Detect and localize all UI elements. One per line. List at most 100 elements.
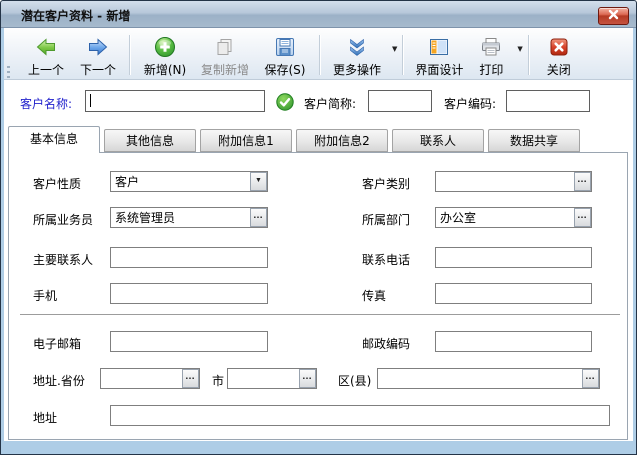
valid-check-icon	[276, 93, 294, 111]
tab-other-info[interactable]: 其他信息	[104, 129, 196, 152]
salesman-field: …	[110, 207, 268, 228]
department-label: 所属部门	[362, 211, 410, 228]
previous-label: 上一个	[28, 61, 64, 78]
arrow-right-icon	[86, 35, 110, 59]
save-floppy-icon	[273, 35, 297, 59]
zip-label: 邮政编码	[362, 335, 410, 352]
save-label: 保存(S)	[265, 61, 306, 78]
toolbar-separator	[528, 35, 530, 75]
window-title: 潜在客户资料 - 新增	[21, 7, 130, 24]
save-button[interactable]: 保存(S)	[256, 33, 314, 78]
ellipsis-icon: …	[577, 174, 588, 185]
salesman-input[interactable]	[110, 207, 268, 228]
ellipsis-icon: …	[585, 371, 596, 382]
ellipsis-icon: …	[577, 210, 588, 221]
ui-design-button[interactable]: 界面设计	[409, 33, 469, 78]
salesman-label: 所属业务员	[33, 211, 93, 228]
main-contact-label: 主要联系人	[33, 251, 93, 268]
main-contact-field	[110, 247, 268, 268]
close-button[interactable]: 关闭	[535, 33, 583, 78]
tab-extra-info-2[interactable]: 附加信息2	[296, 129, 388, 152]
more-actions-button[interactable]: 更多操作 ▼	[326, 33, 397, 78]
next-label: 下一个	[80, 61, 116, 78]
email-field	[110, 331, 268, 352]
copy-icon	[213, 35, 237, 59]
tab-contacts[interactable]: 联系人	[392, 129, 484, 152]
province-lookup-button[interactable]: …	[182, 369, 199, 388]
phone-input[interactable]	[435, 247, 592, 268]
ellipsis-icon: …	[302, 371, 313, 382]
add-plus-icon	[153, 35, 177, 59]
district-lookup-button[interactable]: …	[582, 369, 599, 388]
customer-code-input[interactable]	[506, 90, 590, 112]
department-input[interactable]	[435, 207, 592, 228]
tab-basic-info[interactable]: 基本信息	[8, 126, 100, 153]
email-label: 电子邮箱	[33, 335, 81, 352]
fax-input[interactable]	[435, 283, 592, 304]
customer-nature-combo: ▼	[110, 171, 268, 192]
department-field: …	[435, 207, 592, 228]
customer-category-label: 客户类别	[362, 175, 410, 192]
customer-nature-input[interactable]	[110, 171, 268, 192]
next-button[interactable]: 下一个	[72, 33, 124, 78]
main-contact-input[interactable]	[110, 247, 268, 268]
titlebar-close-button[interactable]	[598, 7, 629, 25]
toolbar-separator	[319, 35, 321, 75]
chevron-double-down-icon	[345, 35, 369, 59]
customer-category-lookup-button[interactable]: …	[574, 172, 591, 191]
close-red-icon	[547, 35, 571, 59]
fax-label: 传真	[362, 287, 386, 304]
print-label: 打印	[479, 61, 503, 78]
ellipsis-icon: …	[253, 210, 264, 221]
mobile-label: 手机	[33, 287, 57, 304]
email-input[interactable]	[110, 331, 268, 352]
address-input[interactable]	[110, 405, 610, 426]
dropdown-arrow-icon: ▼	[517, 45, 522, 53]
customer-short-label: 客户简称:	[304, 95, 356, 112]
city-lookup-button[interactable]: …	[299, 369, 316, 388]
customer-short-input[interactable]	[368, 90, 432, 112]
print-button[interactable]: 打印 ▼	[469, 33, 522, 78]
customer-code-field-wrap	[506, 90, 590, 112]
city-label: 市	[212, 372, 224, 389]
address-label: 地址	[33, 409, 57, 426]
copy-add-button[interactable]: 复制新增	[194, 33, 256, 78]
combo-arrow-icon: ▼	[255, 177, 262, 184]
close-label: 关闭	[547, 61, 571, 78]
dropdown-arrow-icon: ▼	[392, 45, 397, 53]
department-lookup-button[interactable]: …	[574, 208, 591, 227]
toolbar-separator	[129, 35, 131, 75]
toolbar-separator	[402, 35, 404, 75]
customer-nature-label: 客户性质	[33, 175, 81, 192]
previous-button[interactable]: 上一个	[20, 33, 72, 78]
customer-category-input[interactable]	[435, 171, 592, 192]
tab-extra-info-1[interactable]: 附加信息1	[200, 129, 292, 152]
tab-data-share[interactable]: 数据共享	[488, 129, 580, 152]
title-bar: 潜在客户资料 - 新增	[1, 1, 636, 28]
phone-label: 联系电话	[362, 251, 410, 268]
zip-input[interactable]	[435, 331, 592, 352]
ui-design-label: 界面设计	[415, 61, 463, 78]
customer-code-label: 客户编码:	[444, 95, 496, 112]
arrow-left-icon	[34, 35, 58, 59]
add-new-label: 新增(N)	[144, 61, 186, 78]
district-label: 区(县)	[338, 372, 371, 389]
customer-category-field: …	[435, 171, 592, 192]
dialog-window: 潜在客户资料 - 新增 上一个 下一个	[0, 0, 637, 455]
customer-name-field-wrap	[85, 90, 265, 112]
district-field: …	[377, 368, 600, 389]
salesman-lookup-button[interactable]: …	[250, 208, 267, 227]
customer-nature-dropdown-button[interactable]: ▼	[250, 172, 267, 191]
mobile-input[interactable]	[110, 283, 268, 304]
layout-window-icon	[427, 35, 451, 59]
city-field: …	[227, 368, 317, 389]
ellipsis-icon: …	[185, 371, 196, 382]
customer-short-field-wrap	[368, 90, 432, 112]
more-actions-label: 更多操作	[333, 61, 381, 78]
add-new-button[interactable]: 新增(N)	[136, 33, 194, 78]
close-icon	[608, 9, 619, 23]
text-caret	[90, 94, 91, 107]
customer-name-input[interactable]	[85, 90, 265, 112]
district-input[interactable]	[377, 368, 600, 389]
zip-field	[435, 331, 592, 352]
